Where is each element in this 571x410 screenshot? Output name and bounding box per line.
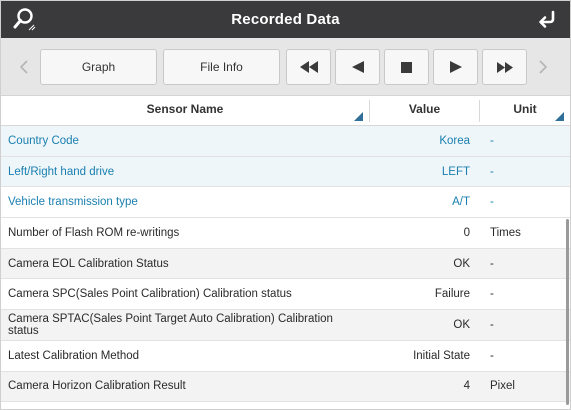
table-row[interactable]: Camera EOL Calibration Status OK -	[1, 248, 570, 280]
column-header-label: Unit	[513, 102, 537, 116]
table-row[interactable]: Left/Right hand drive LEFT -	[1, 156, 570, 188]
column-header-sensor-name[interactable]: Sensor Name	[1, 96, 369, 125]
sensor-name-cell: Camera Horizon Calibration Result	[8, 380, 186, 393]
table-row[interactable]: Camera Horizon Calibration Result 4 Pixe…	[1, 371, 570, 403]
table-header: Sensor Name Value Unit	[1, 96, 570, 126]
chevron-left-icon[interactable]	[15, 49, 33, 85]
value-cell: Failure	[434, 288, 470, 301]
unit-cell: -	[490, 165, 494, 178]
step-back-button[interactable]	[335, 49, 380, 85]
unit-cell: -	[490, 318, 494, 331]
table-row[interactable]: Number of Flash ROM re-writings 0 Times	[1, 218, 570, 249]
stop-button[interactable]	[384, 49, 429, 85]
fast-forward-button[interactable]	[482, 49, 527, 85]
chevron-right-icon[interactable]	[534, 49, 552, 85]
value-cell: Initial State	[413, 349, 470, 362]
value-cell: 0	[463, 226, 470, 239]
value-cell: OK	[453, 257, 470, 270]
unit-cell: Pixel	[490, 380, 515, 393]
unit-cell: -	[490, 196, 494, 209]
play-icon	[449, 61, 462, 73]
column-header-unit[interactable]: Unit	[480, 96, 570, 125]
table-row[interactable]: Vehicle transmission type A/T -	[1, 187, 570, 219]
sensor-name-cell: Camera SPC(Sales Point Calibration) Cali…	[8, 288, 292, 301]
stop-icon	[401, 61, 412, 73]
file-info-button[interactable]: File Info	[163, 49, 280, 85]
column-header-label: Value	[408, 102, 441, 116]
play-button[interactable]	[433, 49, 478, 85]
sensor-name-cell: Camera EOL Calibration Status	[8, 257, 169, 270]
sort-indicator-icon	[354, 112, 363, 121]
fast-forward-icon	[496, 61, 513, 73]
column-header-label: Sensor Name	[146, 102, 224, 116]
table-row[interactable]: Latest Calibration Method Initial State …	[1, 341, 570, 372]
sensor-name-cell: Country Code	[8, 134, 79, 147]
table-row[interactable]: Country Code Korea -	[1, 126, 570, 157]
sort-indicator-icon	[555, 112, 564, 121]
unit-cell: -	[490, 257, 494, 270]
sensor-name-cell: Latest Calibration Method	[8, 349, 140, 362]
unit-cell: -	[490, 349, 494, 362]
value-cell: LEFT	[441, 165, 470, 178]
sensor-name-cell: Number of Flash ROM re-writings	[8, 226, 180, 239]
table-row[interactable]: Camera SPC(Sales Point Calibration) Cali…	[1, 279, 570, 311]
sensor-name-cell: Camera SPTAC(Sales Point Target Auto Cal…	[8, 312, 333, 337]
rewind-button[interactable]	[286, 49, 331, 85]
unit-cell: Times	[490, 226, 521, 239]
title-bar: Recorded Data	[1, 1, 570, 38]
unit-cell: -	[490, 134, 494, 147]
unit-cell: -	[490, 288, 494, 301]
value-cell: A/T	[452, 196, 470, 209]
rewind-icon	[299, 61, 318, 73]
vertical-scrollbar[interactable]	[566, 219, 569, 405]
column-header-value[interactable]: Value	[370, 96, 479, 125]
graph-button-label: Graph	[81, 60, 116, 74]
step-back-icon	[351, 61, 364, 73]
value-cell: Korea	[439, 134, 470, 147]
file-info-button-label: File Info	[200, 60, 243, 74]
recorded-data-window: Recorded Data Graph File Info Sensor Nam…	[0, 0, 571, 410]
back-arrow-icon[interactable]	[536, 8, 558, 30]
value-cell: OK	[453, 318, 470, 331]
sensor-name-cell: Left/Right hand drive	[8, 165, 115, 178]
value-cell: 4	[463, 380, 470, 393]
sensor-name-cell: Vehicle transmission type	[8, 196, 138, 209]
toolbar: Graph File Info	[1, 38, 570, 96]
table-body: Country Code Korea - Left/Right hand dri…	[1, 126, 570, 403]
page-title: Recorded Data	[231, 11, 340, 28]
table-row[interactable]: Camera SPTAC(Sales Point Target Auto Cal…	[1, 310, 570, 341]
graph-button[interactable]: Graph	[40, 49, 157, 85]
